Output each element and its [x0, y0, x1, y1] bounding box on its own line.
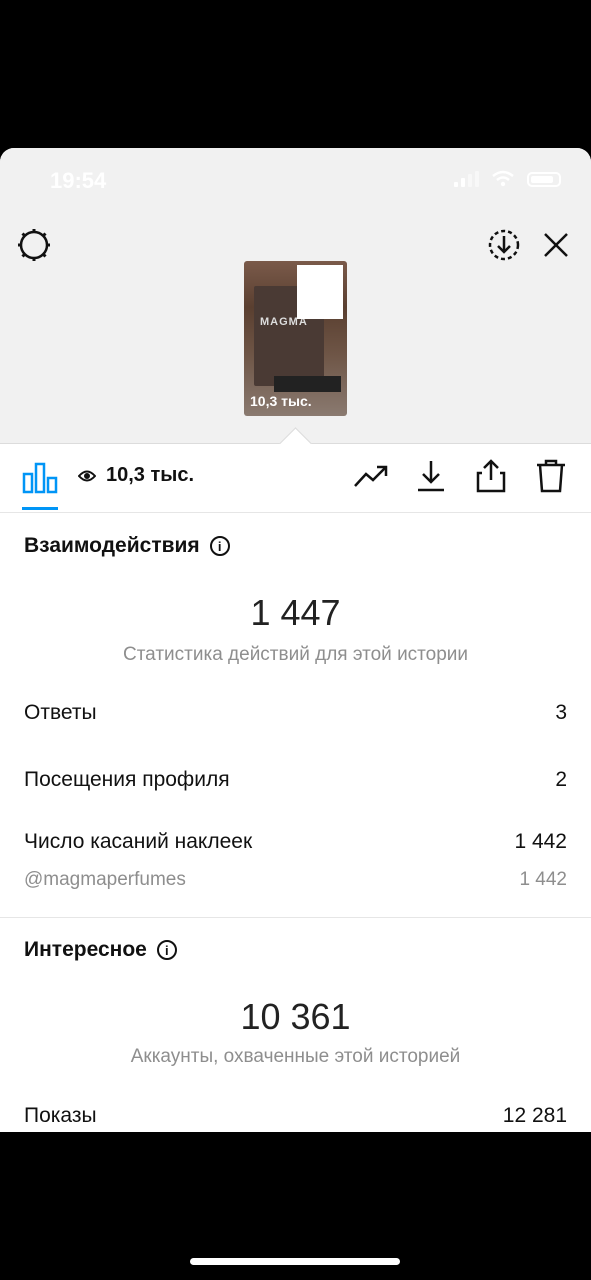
settings-gear-icon[interactable] [14, 225, 54, 265]
stat-row-replies: Ответы 3 [24, 701, 567, 725]
views-count: 10,3 тыс. [78, 464, 194, 487]
story-preview-area: 19:54 MAGMA 10,3 тыс. [0, 148, 591, 444]
wifi-icon [492, 170, 514, 187]
stat-row-impressions: Показы 12 281 [24, 1104, 567, 1128]
status-time: 19:54 [50, 168, 107, 193]
status-icons [454, 170, 561, 188]
stat-row-sticker-taps: Число касаний наклеек 1 442 [24, 830, 567, 854]
stat-label: Посещения профиля [24, 768, 230, 791]
trending-up-icon[interactable] [353, 458, 389, 494]
signal-icon [454, 171, 479, 187]
stat-label: Ответы [24, 701, 97, 724]
stat-row-profile-visits: Посещения профиля 2 [24, 768, 567, 792]
home-indicator [190, 1258, 400, 1265]
download-icon[interactable] [413, 458, 449, 494]
sticker-account-value: 1 442 [519, 869, 567, 890]
discovery-title: Интересное [24, 938, 147, 961]
discovery-section-title: Интересное i [24, 938, 177, 962]
section-divider [0, 917, 591, 918]
story-views-overlay: 10,3 тыс. [250, 393, 312, 409]
stat-value: 12 281 [502, 1104, 567, 1127]
views-count-label: 10,3 тыс. [106, 464, 195, 486]
insights-toolbar: 10,3 тыс. [0, 444, 591, 513]
toolbar-actions [353, 458, 569, 494]
interactions-total: 1 447 [250, 592, 341, 633]
share-icon[interactable] [473, 458, 509, 494]
stat-row-sticker-account[interactable]: @magmaperfumes 1 442 [24, 869, 567, 891]
info-icon[interactable]: i [209, 536, 230, 556]
story-caption-sticker [274, 376, 341, 392]
interactions-title: Взаимодействия [24, 534, 200, 557]
insights-sheet: 19:54 MAGMA 10,3 тыс. 10,3 тыс. Взаимоде… [0, 148, 591, 1132]
close-icon[interactable] [536, 225, 576, 265]
stat-value: 2 [555, 768, 567, 791]
interactions-subtitle: Статистика действий для этой истории [122, 644, 469, 665]
download-circle-icon[interactable] [484, 225, 524, 265]
discovery-total: 10 361 [240, 996, 351, 1037]
stat-value: 1 442 [514, 830, 567, 853]
stat-label: Число касаний наклеек [24, 830, 253, 853]
story-thumbnail[interactable]: MAGMA 10,3 тыс. [244, 261, 347, 416]
insights-tab-icon[interactable] [22, 460, 58, 494]
story-note-sticker [297, 265, 343, 319]
sticker-account-label: @magmaperfumes [24, 869, 186, 890]
battery-icon [527, 171, 561, 187]
stat-value: 3 [555, 701, 567, 724]
interactions-section-title: Взаимодействия i [24, 534, 230, 558]
eye-icon [78, 470, 96, 481]
info-icon[interactable]: i [156, 940, 177, 960]
discovery-subtitle: Аккаунты, охваченные этой историей [130, 1046, 461, 1067]
trash-icon[interactable] [533, 458, 569, 494]
stat-label: Показы [24, 1104, 97, 1127]
active-tab-indicator [22, 507, 58, 510]
